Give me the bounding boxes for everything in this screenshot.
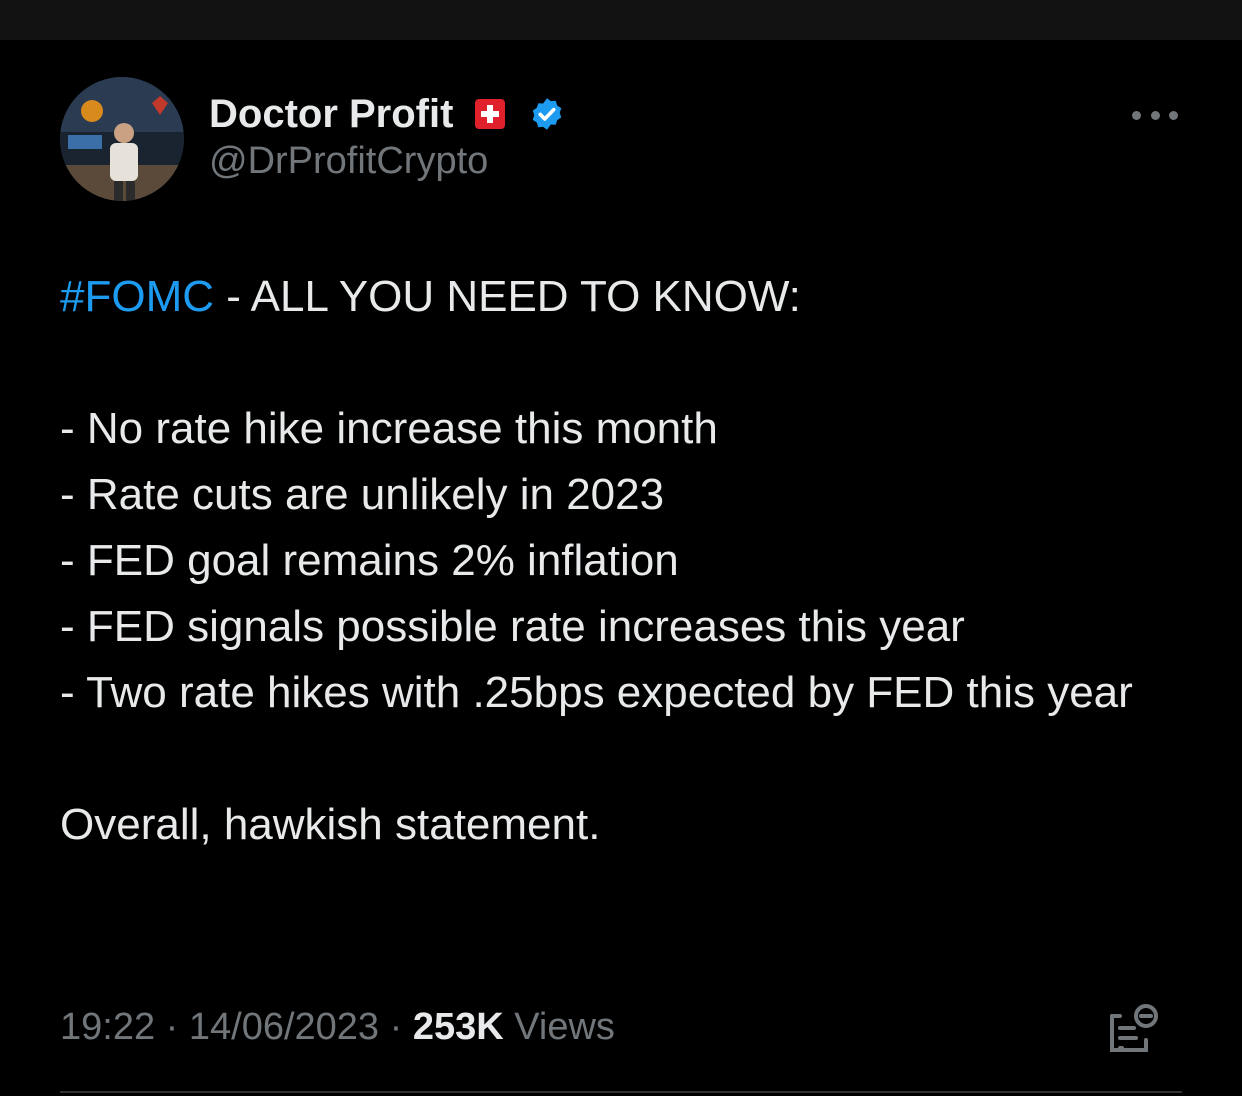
author-handle[interactable]: @DrProfitCrypto bbox=[209, 140, 488, 183]
author-display-name[interactable]: Doctor Profit bbox=[209, 92, 453, 137]
tweet-card: Doctor Profit @DrProfitCrypto #FOMC - AL… bbox=[0, 40, 1242, 1096]
tweet-headline: #FOMC - ALL YOU NEED TO KNOW: bbox=[60, 264, 1190, 330]
tweet-closing: Overall, hawkish statement. bbox=[60, 800, 601, 849]
divider bbox=[60, 1091, 1182, 1093]
swiss-flag-icon bbox=[475, 99, 506, 129]
avatar-image bbox=[60, 77, 184, 201]
top-bar bbox=[0, 0, 1242, 40]
views-count: 253K bbox=[412, 1006, 504, 1048]
bullet-item: - FED signals possible rate increases th… bbox=[60, 602, 965, 651]
tweet-text: #FOMC - ALL YOU NEED TO KNOW: - No rate … bbox=[60, 264, 1190, 858]
tweet-date[interactable]: 14/06/2023 bbox=[189, 1006, 379, 1048]
tweet-meta: 19:22 · 14/06/2023 · 253K Views bbox=[60, 1006, 615, 1049]
more-dot bbox=[1169, 110, 1178, 120]
views-label: Views bbox=[503, 1006, 615, 1048]
more-dot bbox=[1150, 110, 1160, 120]
bullet-item: - Rate cuts are unlikely in 2023 bbox=[60, 470, 665, 519]
more-dot bbox=[1132, 110, 1141, 120]
bullet-item: - Two rate hikes with .25bps expected by… bbox=[60, 668, 1133, 717]
more-options-icon[interactable] bbox=[1132, 102, 1178, 128]
meta-separator: · bbox=[155, 1006, 189, 1048]
headline-text: - ALL YOU NEED TO KNOW: bbox=[214, 272, 801, 321]
bullet-item: - No rate hike increase this month bbox=[60, 404, 718, 453]
verified-badge-icon[interactable] bbox=[529, 96, 565, 132]
meta-separator: · bbox=[379, 1006, 413, 1048]
analytics-icon[interactable] bbox=[1106, 1002, 1162, 1058]
tweet-time[interactable]: 19:22 bbox=[60, 1006, 155, 1048]
avatar[interactable] bbox=[60, 77, 184, 201]
hashtag-link[interactable]: #FOMC bbox=[60, 272, 214, 321]
bullet-item: - FED goal remains 2% inflation bbox=[60, 536, 679, 585]
author-name-row[interactable]: Doctor Profit bbox=[209, 90, 565, 138]
